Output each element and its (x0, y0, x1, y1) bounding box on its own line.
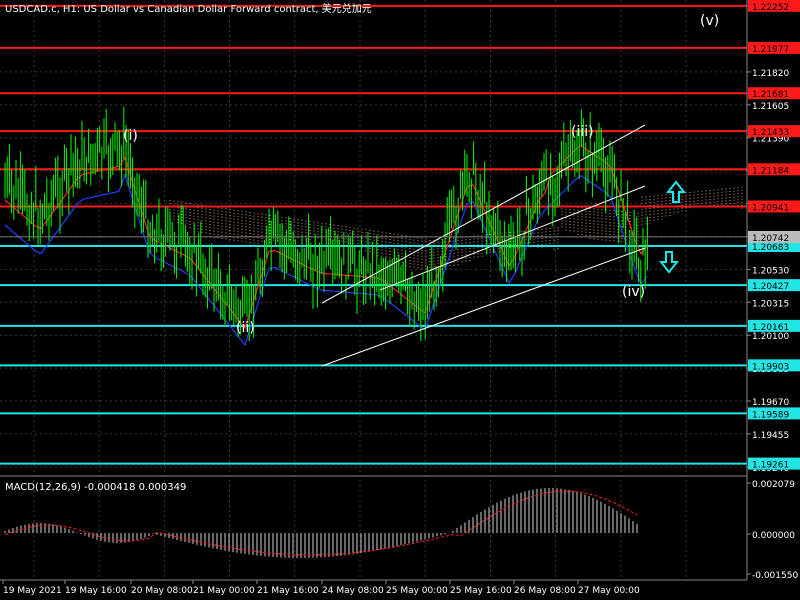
price-tick-label: 1.20100 (752, 332, 789, 342)
time-tick-label: 19 May 16:00 (65, 586, 127, 596)
macd-indicator (4, 488, 638, 558)
resistance-price-tag-label: 1.21681 (752, 90, 789, 100)
time-tick-label: 26 May 08:00 (514, 586, 576, 596)
chart-title: USDCAD.c, H1: US Dollar vs Canadian Doll… (5, 2, 372, 15)
price-tick-label: 1.21820 (752, 69, 789, 79)
support-price-tag-label: 1.19589 (752, 410, 789, 420)
price-tick-label: 1.19670 (752, 398, 789, 408)
resistance-price-tag-label: 1.20941 (752, 203, 789, 213)
wave-label-i: (i) (123, 128, 138, 144)
down-arrow-icon (658, 251, 680, 274)
macd-label: MACD(12,26,9) -0.000418 0.000349 (5, 482, 186, 493)
trading-chart[interactable]: (i) (ii) (iii) (iv) (v) USDCAD.c, H1: US… (0, 0, 800, 600)
current-price-tag-label: 1.20742 (752, 234, 789, 244)
time-tick-label: 20 May 08:00 (131, 586, 193, 596)
resistance-price-tag-label: 1.22252 (752, 3, 789, 13)
price-tick-label: 1.21605 (752, 102, 789, 112)
channel-middle-line[interactable] (379, 185, 646, 291)
level-price-tags: 1.22252 1.21977 1.21681 1.21433 1.21184 1.209… (0, 0, 800, 471)
time-tick-label: 25 May 16:00 (450, 586, 512, 596)
support-lines (0, 244, 747, 465)
time-tick-label: 21 May 00:00 (193, 586, 255, 596)
macd-tick-label: -0.001550 (752, 571, 798, 581)
support-price-tag-label: 1.20683 (752, 243, 789, 253)
wave-label-iii: (iii) (571, 124, 594, 140)
wave-label-v: (v) (700, 13, 719, 29)
resistance-price-tag-label: 1.21433 (752, 128, 789, 138)
time-tick-label: 25 May 00:00 (386, 586, 448, 596)
support-price-tag-label: 1.20427 (752, 282, 789, 292)
time-tick-label: 21 May 16:00 (257, 586, 319, 596)
channel-upper-line[interactable] (321, 124, 646, 304)
macd-tick-label: 0.000000 (752, 531, 795, 541)
support-price-tag-label: 1.19903 (752, 362, 789, 372)
price-tick-label: 1.20530 (752, 266, 789, 276)
resistance-price-tag-label: 1.21977 (752, 45, 789, 55)
resistance-price-tag-label: 1.21184 (752, 166, 789, 176)
time-tick-label: 19 May 2021 (3, 586, 62, 596)
macd-axis: 0.002079 0.000000 -0.001550 (747, 480, 798, 581)
macd-tick-label: 0.002079 (752, 480, 795, 490)
support-price-tag-label: 1.20161 (752, 323, 789, 333)
time-tick-label: 24 May 08:00 (322, 586, 384, 596)
support-price-tag-label: 1.19261 (752, 461, 789, 471)
wave-label-iv: (iv) (622, 284, 645, 300)
resistance-lines (0, 4, 747, 208)
wave-label-ii: (ii) (236, 320, 255, 336)
price-tick-label: 1.20315 (752, 299, 789, 309)
time-axis: 19 May 2021 19 May 16:00 20 May 08:00 21 Ma… (2, 580, 640, 596)
price-tick-label: 1.19455 (752, 431, 789, 441)
time-tick-label: 27 May 00:00 (578, 586, 640, 596)
